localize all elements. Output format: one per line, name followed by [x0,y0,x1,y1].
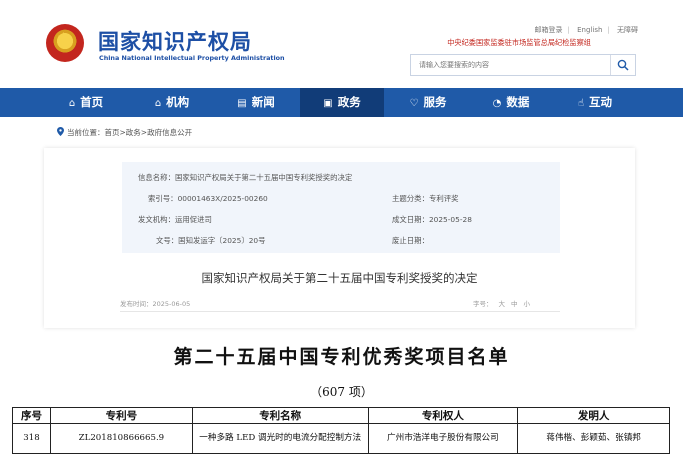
cell-patentee: 广州市浩洋电子股份有限公司 [367,423,519,454]
page-title: 国家知识产权局关于第二十五届中国专利奖授奖的决定 [201,271,478,285]
nav-item-label: 机构 [166,95,190,109]
col-header-patent-no: 专利号 [49,407,193,424]
nav-item-home[interactable]: ⌂ 首页 [56,88,116,117]
nav-item-label: 新闻 [251,95,275,109]
breadcrumb: 当前位置：首页>政务>政府信息公开 [57,127,192,138]
top-links: 邮箱登录 | English | 无障碍 [534,26,638,34]
col-header-patentee: 专利权人 [367,407,519,424]
font-size-medium[interactable]: 中 [511,300,518,308]
document-count: （607 项） [310,385,373,399]
font-size-switcher: 字号： 大中小 [473,298,530,308]
col-header-patent-name: 专利名称 [191,407,369,424]
site-name-en: China National Intellectual Property Adm… [99,54,285,62]
cell-patent-no: ZL201810866665.9 [49,423,193,454]
building-icon: ⌂ [154,98,162,109]
cell-inventor: 蒋伟楷、彭颖茹、张镇邦 [517,423,670,454]
font-size-small[interactable]: 小 [524,300,531,308]
nav-item-label: 首页 [80,95,104,109]
nav-item-service[interactable]: ♡ 服务 [398,88,458,117]
info-expiry: 废止日期： [392,236,429,245]
nav-item-label: 互动 [589,95,613,109]
document-title: 第二十五届中国专利优秀奖项目名单 [173,346,510,368]
nav-item-label: 政务 [337,95,361,109]
report-line-link[interactable]: 中央纪委国家监委驻市场监管总局纪检监察组 [447,38,591,48]
nav-item-label: 服务 [423,95,447,109]
site-name-cn[interactable]: 国家知识产权局 [98,26,252,56]
nav-item-label: 数据 [506,95,530,109]
email-login-link[interactable]: 邮箱登录 [535,26,563,34]
cell-patent-name: 一种多路 LED 调光时的电流分配控制方法 [191,423,369,454]
table-header-row: 序号 专利号 专利名称 专利权人 发明人 [12,407,670,424]
nav-item-data[interactable]: ◔ 数据 [480,88,542,117]
col-header-no: 序号 [12,407,51,424]
nav-item-government-affairs[interactable]: ▣ 政务 [300,88,384,117]
breadcrumb-text[interactable]: 当前位置：首页>政务>政府信息公开 [67,128,192,137]
font-size-label: 字号： [473,300,493,308]
news-icon: ▤ [237,98,247,109]
english-link[interactable]: English [577,26,602,34]
publish-time: 发布时间：2025-06-05 [120,300,191,308]
table-row: 318 ZL201810866665.9 一种多路 LED 调光时的电流分配控制… [12,423,670,454]
info-doc-no: 文号：国知发运字〔2025〕20号 [156,236,266,245]
chart-icon: ◔ [492,98,502,109]
home-icon: ⌂ [68,98,76,109]
search-icon [617,59,629,71]
search-box [410,54,636,76]
service-icon: ♡ [409,98,419,109]
info-box: 信息名称：国家知识产权局关于第二十五届中国专利奖授奖的决定 索引号：000014… [122,162,560,253]
location-pin-icon [57,127,64,136]
info-issuer: 发文机构：运用促进司 [138,215,212,224]
accessibility-link[interactable]: 无障碍 [617,26,638,34]
info-index-no: 索引号：00001463X/2025-00260 [148,194,268,203]
nav-item-news[interactable]: ▤ 新闻 [226,88,286,117]
site-header: ★ 国家知识产权局 China National Intellectual Pr… [0,0,683,88]
award-table: 序号 专利号 专利名称 专利权人 发明人 318 ZL201810866665.… [12,407,670,454]
interaction-icon: ☝ [577,98,585,109]
info-date: 成文日期：2025-05-28 [392,215,472,224]
main-nav: ⌂ 首页 ⌂ 机构 ▤ 新闻 ▣ 政务 ♡ 服务 ◔ 数据 ☝ 互动 [0,88,683,117]
cell-no: 318 [12,423,51,454]
font-size-large[interactable]: 大 [499,300,506,308]
nav-item-institution[interactable]: ⌂ 机构 [140,88,204,117]
divider [120,311,560,312]
info-category: 主题分类：专利评奖 [392,194,459,203]
national-emblem-icon[interactable]: ★ [46,24,84,62]
article-panel: 信息名称：国家知识产权局关于第二十五届中国专利奖授奖的决定 索引号：000014… [44,148,635,328]
search-button[interactable] [610,55,635,75]
info-name: 信息名称：国家知识产权局关于第二十五届中国专利奖授奖的决定 [138,173,353,182]
col-header-inventor: 发明人 [517,407,670,424]
document-icon: ▣ [323,98,333,109]
nav-item-interaction[interactable]: ☝ 互动 [562,88,628,117]
search-input[interactable] [411,55,611,75]
